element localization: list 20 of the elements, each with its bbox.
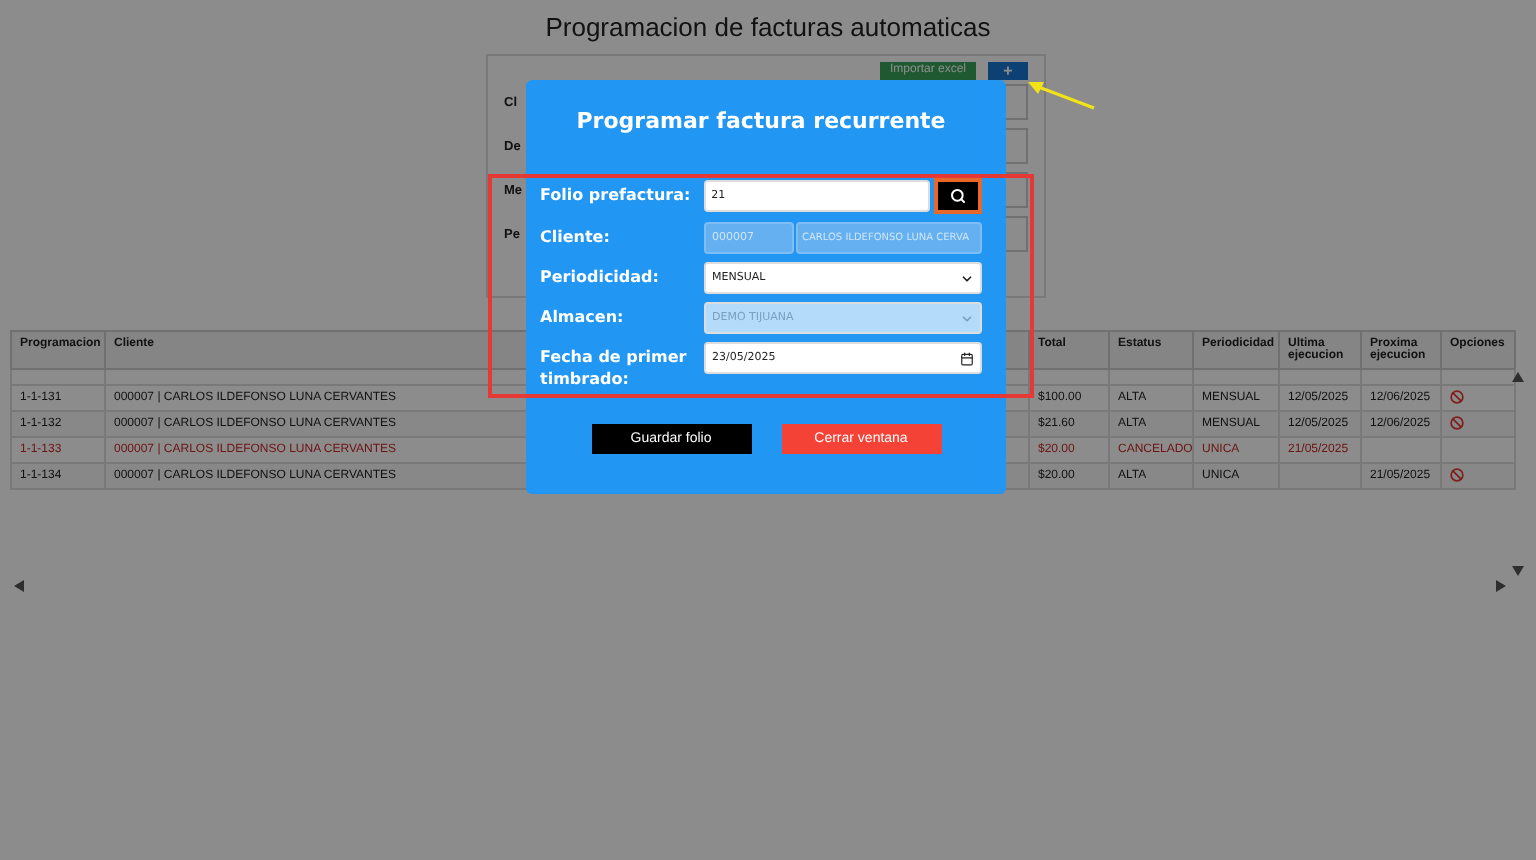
modal-title: Programar factura recurrente [574,108,948,134]
cancel-icon[interactable] [1450,467,1464,481]
field-label: Folio prefactura: [540,184,693,206]
scroll-up-icon[interactable] [1512,372,1524,382]
cancel-icon[interactable] [1450,415,1464,429]
chevron-icon [960,311,974,325]
page-title: Programacion de facturas automaticas [543,12,993,44]
field-label: Almacen: [540,306,626,328]
calendar-icon [960,351,974,365]
scroll-left-icon[interactable] [14,580,24,592]
cancel-icon[interactable] [1450,389,1464,403]
field-label: Periodicidad: [540,266,661,288]
add-button[interactable]: + [988,62,1028,80]
scroll-right-icon[interactable] [1496,580,1506,592]
search-icon [950,188,967,204]
field-label: Cliente: [540,226,612,248]
search-button[interactable] [934,178,982,214]
scroll-down-icon[interactable] [1512,566,1524,576]
chevron-icon [960,271,974,285]
arrow-annotation [1028,82,1095,110]
